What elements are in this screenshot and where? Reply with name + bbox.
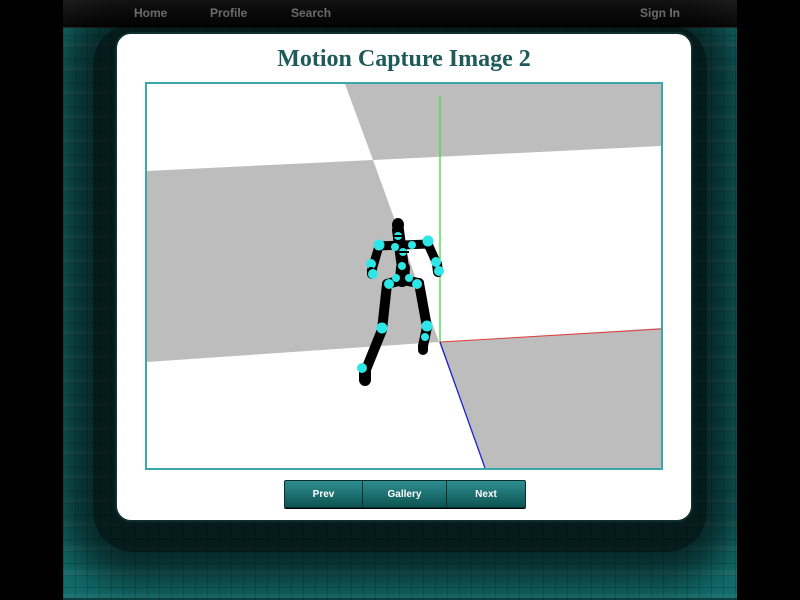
gallery-button[interactable]: Gallery — [363, 481, 447, 507]
3d-scene — [147, 84, 661, 468]
content-card: Motion Capture Image 2 Prev Gallery Next — [115, 32, 693, 522]
motion-capture-viewport[interactable] — [145, 82, 663, 470]
pagination-control: Prev Gallery Next — [284, 480, 526, 508]
prev-button[interactable]: Prev — [285, 481, 363, 507]
page-background: Home Profile Search Sign In Motion Captu… — [63, 0, 737, 600]
nav-search-link[interactable]: Search — [291, 6, 331, 20]
page-title: Motion Capture Image 2 — [277, 46, 531, 72]
nav-sign-in-link[interactable]: Sign In — [640, 6, 680, 20]
next-button[interactable]: Next — [447, 481, 525, 507]
nav-home-link[interactable]: Home — [134, 6, 167, 20]
skeleton-head — [392, 218, 404, 232]
nav-profile-link[interactable]: Profile — [210, 6, 247, 20]
